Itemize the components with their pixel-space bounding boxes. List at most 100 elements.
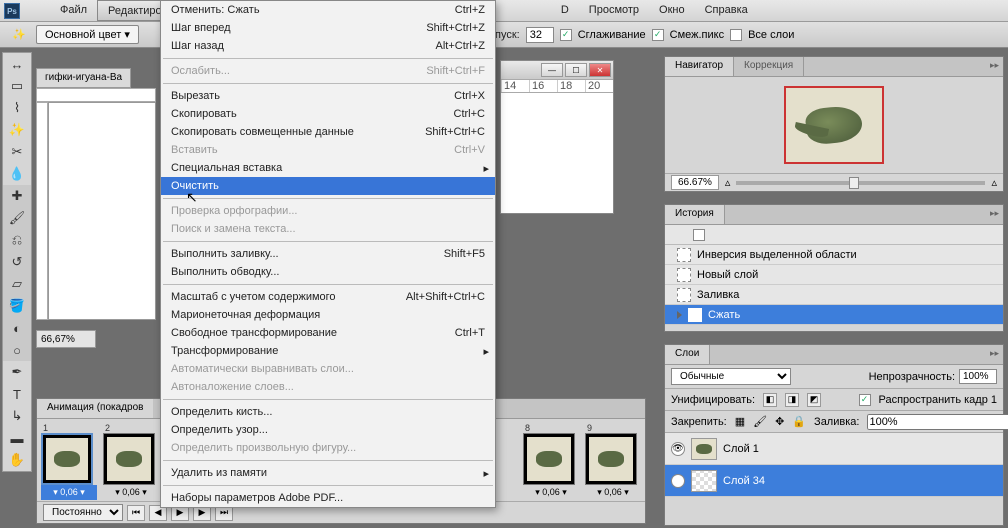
layers-tab[interactable]: Слои [665,345,710,364]
menu-item[interactable]: Очистить [161,177,495,195]
menu-item[interactable]: Наборы параметров Adobe PDF... [161,489,495,507]
tools-panel: ↔ ▭ ⌇ ✨ ✂ 💧 ✚ 🖌 ⎌ ↺ ▱ 🪣 ◐ ○ ✒ T ↳ ▬ ✋ [2,52,32,472]
blend-mode-select[interactable]: Обычные [671,368,791,385]
healing-tool-icon[interactable]: ✚ [3,185,31,207]
brush-tool-icon[interactable]: 🖌 [3,207,31,229]
zoom-in-icon[interactable]: ▵ [991,176,997,189]
visibility-eye-icon[interactable]: 👁 [671,474,685,488]
wand-tool-icon[interactable]: ✨ [3,119,31,141]
zoom-slider[interactable] [736,181,985,185]
history-step[interactable]: Новый слой [665,265,1003,285]
foreground-color-button[interactable]: Основной цвет ▾ [36,25,139,44]
history-tab[interactable]: История [665,205,725,224]
menu-item[interactable]: Скопировать совмещенные данныеShift+Ctrl… [161,123,495,141]
menu-item[interactable]: Удалить из памяти▸ [161,464,495,482]
menu-view[interactable]: Просмотр [579,0,649,21]
propagate-checkbox[interactable] [859,394,871,406]
move-tool-icon[interactable]: ↔ [3,53,31,75]
zoom-status[interactable]: 66,67% [36,330,96,348]
unify-pos-icon[interactable]: ◧ [763,393,777,407]
history-snapshot[interactable] [665,225,1003,245]
document-canvas[interactable] [48,102,156,320]
dodge-tool-icon[interactable]: ○ [3,339,31,361]
visibility-eye-icon[interactable]: 👁 [671,442,685,456]
options-bar: ✨ Основной цвет ▾ опуск: Сглаживание Сме… [0,22,1008,48]
panel-collapse-icon[interactable]: ▸▸ [990,60,999,71]
document-tab[interactable]: гифки-игуана-Ba [36,68,131,88]
menu-item[interactable]: СкопироватьCtrl+C [161,105,495,123]
navigator-tab[interactable]: Навигатор [665,57,734,76]
menu-file[interactable]: Файл [50,0,97,21]
shape-tool-icon[interactable]: ▬ [3,427,31,449]
animation-frame[interactable]: 8▾ 0,06 ▾ [523,423,579,498]
menu-item[interactable]: Трансформирование▸ [161,342,495,360]
animation-tab[interactable]: Анимация (покадров [37,399,153,418]
close-button[interactable]: ✕ [589,63,611,77]
lock-paint-icon[interactable]: 🖌 [753,415,767,428]
history-step[interactable]: Заливка [665,285,1003,305]
eyedropper-tool-icon[interactable]: 💧 [3,163,31,185]
tolerance-input[interactable] [526,27,554,43]
bucket-tool-icon[interactable]: 🪣 [3,295,31,317]
panel-collapse-icon[interactable]: ▸▸ [990,348,999,359]
lock-move-icon[interactable]: ✥ [775,415,784,428]
marquee-tool-icon[interactable]: ▭ [3,75,31,97]
lock-all-icon[interactable]: 🔒 [792,415,806,428]
minimize-button[interactable]: — [541,63,563,77]
animation-frame[interactable]: 1▾ 0,06 ▾ [41,423,97,500]
menu-item[interactable]: ВырезатьCtrl+X [161,87,495,105]
first-frame-button[interactable]: ⏮ [127,505,145,521]
animation-frame[interactable]: 9▾ 0,06 ▾ [585,423,641,498]
adjustments-tab[interactable]: Коррекция [734,57,804,76]
doc-canvas[interactable] [501,93,613,213]
menu-item[interactable]: Специальная вставка▸ [161,159,495,177]
maximize-button[interactable]: ☐ [565,63,587,77]
pen-tool-icon[interactable]: ✒ [3,361,31,383]
lock-trans-icon[interactable]: ▦ [735,415,745,428]
menu-item[interactable]: Масштаб с учетом содержимогоAlt+Shift+Ct… [161,288,495,306]
hand-tool-icon[interactable]: ✋ [3,449,31,471]
type-tool-icon[interactable]: T [3,383,31,405]
antialias-label: Сглаживание [578,29,646,41]
path-tool-icon[interactable]: ↳ [3,405,31,427]
menu-help[interactable]: Справка [695,0,758,21]
menu-item[interactable]: Определить кисть... [161,403,495,421]
unify-vis-icon[interactable]: ◨ [785,393,799,407]
menu-item[interactable]: Шаг назадAlt+Ctrl+Z [161,37,495,55]
eraser-tool-icon[interactable]: ▱ [3,273,31,295]
history-step[interactable]: Инверсия выделенной области [665,245,1003,265]
stamp-tool-icon[interactable]: ⎌ [3,229,31,251]
menu-item[interactable]: Определить узор... [161,421,495,439]
zoom-out-icon[interactable]: ▵ [725,176,731,189]
navigator-thumbnail[interactable] [784,86,884,164]
lasso-tool-icon[interactable]: ⌇ [3,97,31,119]
navigator-panel: Навигатор Коррекция ▸▸ 66.67% ▵ ▵ [664,56,1004,192]
panel-collapse-icon[interactable]: ▸▸ [990,208,999,219]
animation-frame[interactable]: 2▾ 0,06 ▾ [103,423,159,498]
loop-select[interactable]: Постоянно [43,504,123,521]
iguana-image [804,104,863,146]
menu-item[interactable]: Отменить: СжатьCtrl+Z [161,1,495,19]
menu-item: Поиск и замена текста... [161,220,495,238]
all-layers-checkbox[interactable] [730,29,742,41]
fill-input[interactable] [867,414,1008,430]
menu-item[interactable]: Шаг впередShift+Ctrl+Z [161,19,495,37]
crop-tool-icon[interactable]: ✂ [3,141,31,163]
menu-item[interactable]: Выполнить заливку...Shift+F5 [161,245,495,263]
antialias-checkbox[interactable] [560,29,572,41]
menu-item[interactable]: Свободное трансформированиеCtrl+T [161,324,495,342]
unify-style-icon[interactable]: ◩ [807,393,821,407]
layer-row[interactable]: 👁Слой 1 [665,433,1003,465]
all-layers-label: Все слои [748,29,794,41]
menu-item[interactable]: Марионеточная деформация [161,306,495,324]
blur-tool-icon[interactable]: ◐ [3,317,31,339]
menu-window[interactable]: Окно [649,0,695,21]
layer-row[interactable]: 👁Слой 34 [665,465,1003,497]
menu-3d[interactable]: D [551,0,579,21]
opacity-input[interactable] [959,369,997,384]
menu-item[interactable]: Выполнить обводку... [161,263,495,281]
contiguous-checkbox[interactable] [652,29,664,41]
zoom-input[interactable]: 66.67% [671,175,719,190]
history-brush-icon[interactable]: ↺ [3,251,31,273]
history-step[interactable]: Сжать [665,305,1003,325]
